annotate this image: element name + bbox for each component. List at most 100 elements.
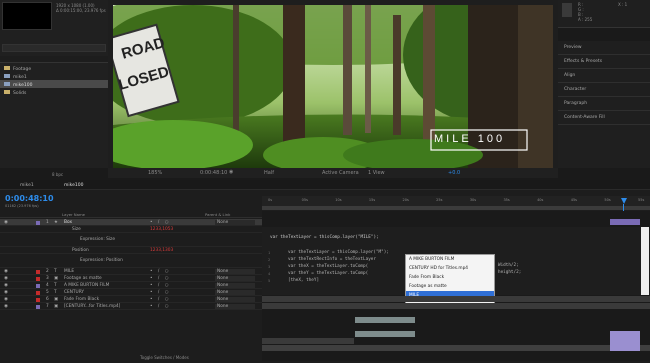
time-ruler[interactable]: 0s 05s 10s 15s 20s 25s 30s 35s 40s 45s 50s 55s [262, 196, 650, 210]
panel-effects-presets[interactable]: Effects & Presets [558, 55, 650, 69]
exposure-value[interactable]: +0.0 [448, 170, 460, 176]
parent-dropdown[interactable]: None [215, 304, 255, 309]
switch-icons[interactable]: • / ○ [150, 283, 170, 288]
project-search-field[interactable] [2, 44, 106, 52]
panel-paragraph[interactable]: Paragraph [558, 97, 650, 111]
autocomplete-item[interactable]: Fade From Black [406, 273, 494, 282]
label-color-swatch[interactable] [36, 304, 40, 309]
label-color-swatch[interactable] [36, 297, 40, 302]
autocomplete-item[interactable]: CENTURY HD for Titles.mp4 [406, 264, 494, 273]
panel-align[interactable]: Align [558, 69, 650, 83]
project-item[interactable]: Footage [0, 64, 108, 72]
layer-property-row[interactable]: Expression: Size [0, 233, 262, 247]
project-bpc[interactable]: 8 bpc [52, 172, 63, 177]
switch-icons[interactable]: • / ○ [150, 297, 170, 302]
layer-property-row[interactable]: Size 1233,1053 [0, 226, 262, 233]
label-color-swatch[interactable] [36, 290, 40, 295]
ruler-tick: 55s [638, 198, 645, 202]
solid-layer-icon: ▣ [54, 297, 59, 302]
parent-dropdown[interactable]: None [215, 283, 255, 288]
project-thumbnail [2, 2, 52, 30]
ruler-tick: 0s [268, 198, 273, 202]
layer-bar-mile[interactable] [262, 296, 650, 302]
layer-bar-footage[interactable] [262, 345, 650, 351]
layer-bar-century[interactable] [355, 331, 415, 337]
visibility-eye-icon[interactable]: ◉ [4, 269, 8, 274]
composition-viewer[interactable]: ROAD LOSED MILE 100 [108, 0, 558, 168]
layer-row[interactable]: ◉ 4 T A MIKE BURTON FILM • / ○ None [0, 282, 262, 289]
property-value[interactable]: 1233,1053 [150, 227, 173, 232]
visibility-eye-icon[interactable]: ◉ [4, 290, 8, 295]
layer-number: 3 [46, 276, 49, 281]
zoom-dropdown[interactable]: 185% [148, 170, 162, 176]
parent-dropdown[interactable]: None [215, 290, 255, 295]
layer-number: 6 [46, 297, 49, 302]
layer-bar-burton[interactable] [355, 317, 415, 323]
expression-code-lines[interactable]: var theTextLayer = thisComp.layer("M"); v… [288, 249, 389, 284]
editor-scrollbar[interactable] [641, 227, 649, 295]
col-parent[interactable]: Parent & Link [205, 212, 230, 217]
work-area-bar[interactable] [262, 206, 650, 210]
tab-mike100[interactable]: mike100 [64, 183, 83, 188]
expression-code-line: var theTextRectInfo = theTextLayer [288, 257, 376, 262]
parent-dropdown[interactable]: None [215, 276, 255, 281]
layer-bar-lavender[interactable] [610, 331, 640, 351]
project-item[interactable]: mike1 [0, 72, 108, 80]
panel-preview[interactable]: Preview [558, 41, 650, 55]
autocomplete-item[interactable]: Footage as matte [406, 282, 494, 291]
visibility-eye-icon[interactable]: ◉ [4, 220, 8, 225]
toggle-switches-modes[interactable]: Toggle Switches / Modes [140, 355, 189, 360]
visibility-eye-icon[interactable]: ◉ [4, 283, 8, 288]
layer-property-row[interactable]: Expression: Position [0, 254, 262, 268]
resolution-dropdown[interactable]: Half [264, 170, 274, 176]
layer-bar-matte[interactable] [262, 303, 650, 309]
layer-bar-fade[interactable] [262, 338, 354, 344]
parent-dropdown[interactable]: None [215, 297, 255, 302]
layer-name: Position [72, 248, 89, 253]
info-color-swatch [562, 3, 572, 17]
layer-row[interactable]: ◉ 6 ▣ Fade From Black • / ○ None [0, 296, 262, 303]
switch-icons[interactable]: • / ○ [150, 304, 170, 309]
layer-row[interactable]: ◉ 5 T CENTURY • / ○ None [0, 289, 262, 296]
viewer-toolbar: 185% 0:00:48:10 ◉ Half Active Camera 1 V… [108, 168, 558, 178]
expression-line-position[interactable]: var theTextLayer = thisComp.layer("MILE"… [270, 235, 379, 240]
visibility-eye-icon[interactable]: ◉ [4, 304, 8, 309]
project-panel: 1920 x 1080 (1.00) Δ 0:00:15:00, 23.976 … [0, 0, 108, 177]
switch-icons[interactable]: • / ○ [150, 290, 170, 295]
ruler-tick: 40s [537, 198, 544, 202]
col-layer-name[interactable]: Layer Name [62, 212, 85, 217]
property-value[interactable]: 1233,1303 [150, 248, 173, 253]
switch-icons[interactable]: • / ○ [150, 220, 170, 225]
label-color-swatch[interactable] [36, 220, 40, 225]
parent-dropdown[interactable]: None [215, 220, 255, 225]
timeline-timecode[interactable]: 0:00:48:10 [5, 194, 54, 203]
project-item[interactable]: Solids [0, 88, 108, 96]
project-item[interactable]: mike100 [0, 80, 108, 88]
layer-name: Size [72, 227, 81, 232]
visibility-eye-icon[interactable]: ◉ [4, 297, 8, 302]
label-color-swatch[interactable] [36, 269, 40, 274]
layer-number: 2 [46, 269, 49, 274]
panel-content-aware-fill[interactable]: Content-Aware Fill [558, 111, 650, 125]
tab-mike1[interactable]: mike1 [20, 183, 34, 188]
layer-row[interactable]: ◉ 7 ▣ [CENTURY...for Titles.mp4] • / ○ None [0, 303, 262, 310]
switch-icons[interactable]: • / ○ [150, 276, 170, 281]
switch-icons[interactable]: • / ○ [150, 269, 170, 274]
visibility-eye-icon[interactable]: ◉ [4, 276, 8, 281]
parent-dropdown[interactable]: None [215, 269, 255, 274]
panel-character[interactable]: Character [558, 83, 650, 97]
layer-row[interactable]: ◉ 1 ★ Box • / ○ None [0, 219, 262, 226]
views-dropdown[interactable]: 1 View [368, 170, 385, 176]
layer-row[interactable]: ◉ 3 ▣ Footage as matte • / ○ None [0, 275, 262, 282]
layer-row[interactable]: ◉ 2 T MILE • / ○ None [0, 268, 262, 275]
autocomplete-item[interactable]: A MIKE BURTON FILM [406, 255, 494, 264]
expression-tail-height: height/2; [498, 270, 522, 275]
label-color-swatch[interactable] [36, 276, 40, 281]
layer-property-row[interactable]: Position 1233,1303 [0, 247, 262, 254]
camera-dropdown[interactable]: Active Camera [322, 170, 359, 176]
label-color-swatch[interactable] [36, 283, 40, 288]
camera-icon[interactable]: ◉ [229, 169, 233, 175]
title-overlay-text[interactable]: MILE 100 [434, 133, 505, 145]
viewer-timecode[interactable]: 0:00:48:10 [200, 170, 227, 176]
layer-bar-box[interactable] [610, 219, 640, 225]
